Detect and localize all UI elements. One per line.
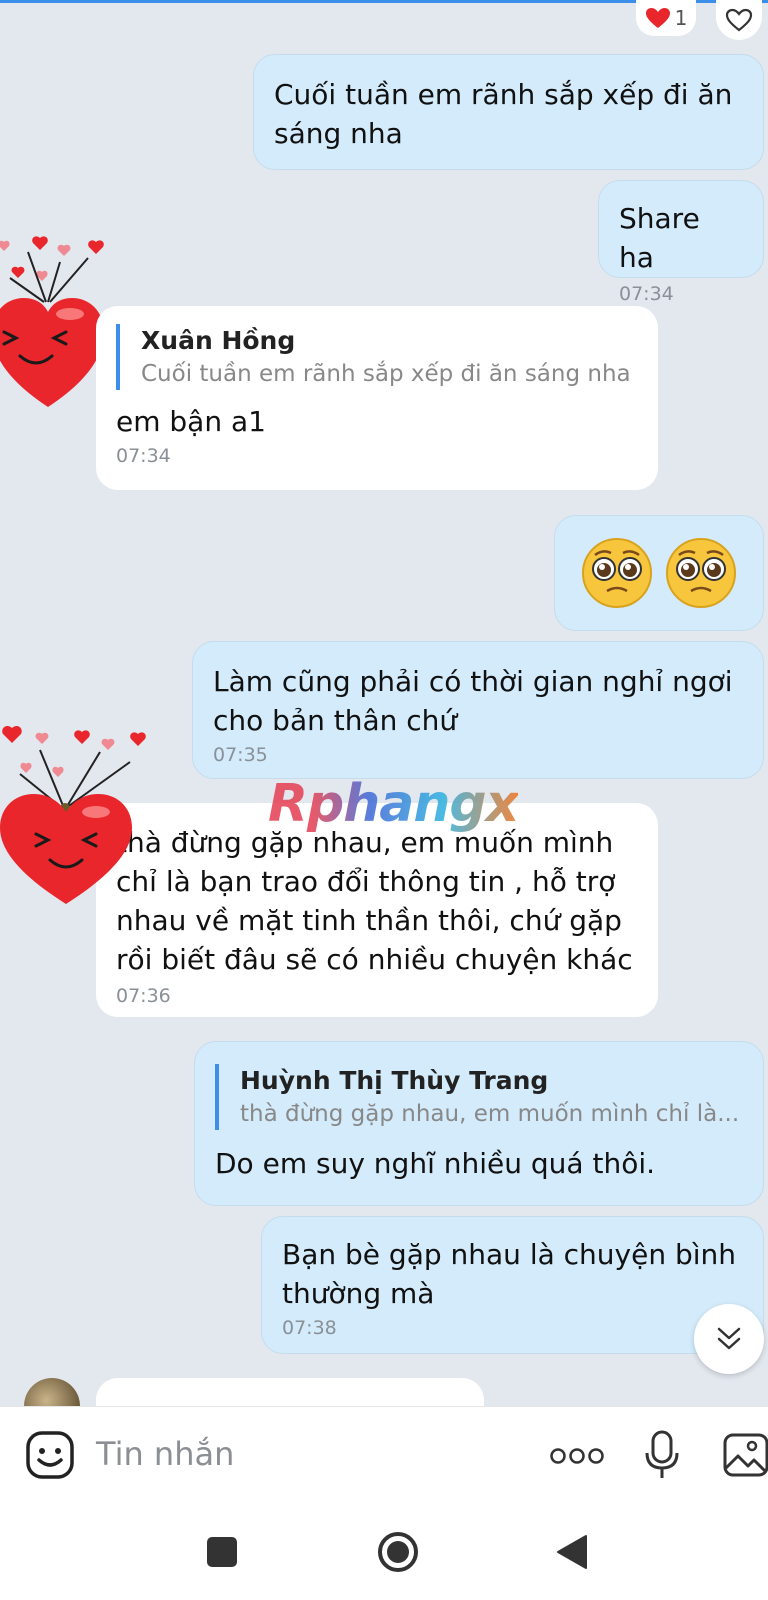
react-heart-button[interactable] [716,0,762,40]
message-bubble-sent-emoji[interactable] [554,515,764,631]
message-time: 07:35 [213,744,268,766]
sticker-icon [26,1431,74,1479]
image-icon [723,1433,768,1477]
square-icon [207,1537,237,1567]
watermark: Rphangx [268,774,519,834]
scroll-to-bottom-button[interactable] [694,1304,764,1374]
message-bubble-sent[interactable]: Làm cũng phải có thời gian nghỉ ngơi cho… [192,641,764,779]
nav-back-button[interactable] [546,1526,598,1578]
message-text: em bận a1 [116,405,266,438]
heart-reaction-count: 1 [674,6,688,30]
message-text: thà đừng gặp nhau, em muốn mình chỉ là b… [116,826,633,976]
quote-text: Cuối tuần em rãnh sắp xếp đi ăn sáng nha [141,361,631,387]
message-input[interactable]: Tin nhắn [96,1432,234,1476]
chevron-double-down-icon [717,1327,741,1350]
message-text: Cuối tuần em rãnh sắp xếp đi ăn sáng nha [274,78,733,150]
sticker-button[interactable] [24,1429,76,1481]
message-text: Bạn bè gặp nhau là chuyện bình thường mà [282,1238,737,1310]
system-navigation-bar [0,1504,768,1600]
heart-outline-icon [725,8,753,32]
message-bubble-sent[interactable]: Bạn bè gặp nhau là chuyện bình thường mà… [261,1216,764,1354]
more-options-button[interactable] [548,1439,606,1473]
message-bubble-sent[interactable]: Cuối tuần em rãnh sắp xếp đi ăn sáng nha [253,54,764,170]
message-bubble-sent[interactable]: Huỳnh Thị Thùy Trang thà đừng gặp nhau, … [194,1041,764,1206]
circle-icon [378,1532,418,1572]
message-input-bar: Tin nhắn [0,1406,768,1505]
back-triangle-icon [557,1535,587,1569]
heart-reaction-icon [645,8,670,28]
message-time: 07:38 [282,1317,337,1339]
message-time: 07:36 [116,985,171,1007]
message-bubble-received[interactable]: thà đừng gặp nhau, em muốn mình chỉ là b… [96,803,658,1017]
more-options-icon [550,1448,604,1464]
nav-recent-apps-button[interactable] [196,1526,248,1578]
message-time: 07:34 [619,283,674,305]
nav-home-button[interactable] [370,1524,426,1580]
heart-sticker-avatar[interactable] [0,722,150,908]
voice-message-button[interactable] [640,1427,684,1483]
quote-text: thà đừng gặp nhau, em muốn mình chỉ là..… [240,1101,740,1127]
send-image-button[interactable] [722,1431,768,1479]
message-time: 07:34 [116,445,171,467]
quote-author: Huỳnh Thị Thùy Trang [240,1066,549,1095]
reply-quote[interactable]: Xuân Hồng Cuối tuần em rãnh sắp xếp đi ă… [116,324,638,390]
reaction-summary[interactable]: 1 [636,0,696,36]
microphone-icon [645,1430,679,1478]
message-text: Do em suy nghĩ nhiều quá thôi. [215,1147,656,1180]
pleading-face-emoji [582,538,736,608]
message-text: Share ha [619,202,700,274]
reply-quote[interactable]: Huỳnh Thị Thùy Trang thà đừng gặp nhau, … [215,1064,743,1130]
message-bubble-sent[interactable]: Share ha 07:34 [598,180,764,305]
message-text: Làm cũng phải có thời gian nghỉ ngơi cho… [213,665,733,737]
message-bubble-received[interactable]: Xuân Hồng Cuối tuần em rãnh sắp xếp đi ă… [96,306,658,490]
quote-author: Xuân Hồng [141,326,296,355]
